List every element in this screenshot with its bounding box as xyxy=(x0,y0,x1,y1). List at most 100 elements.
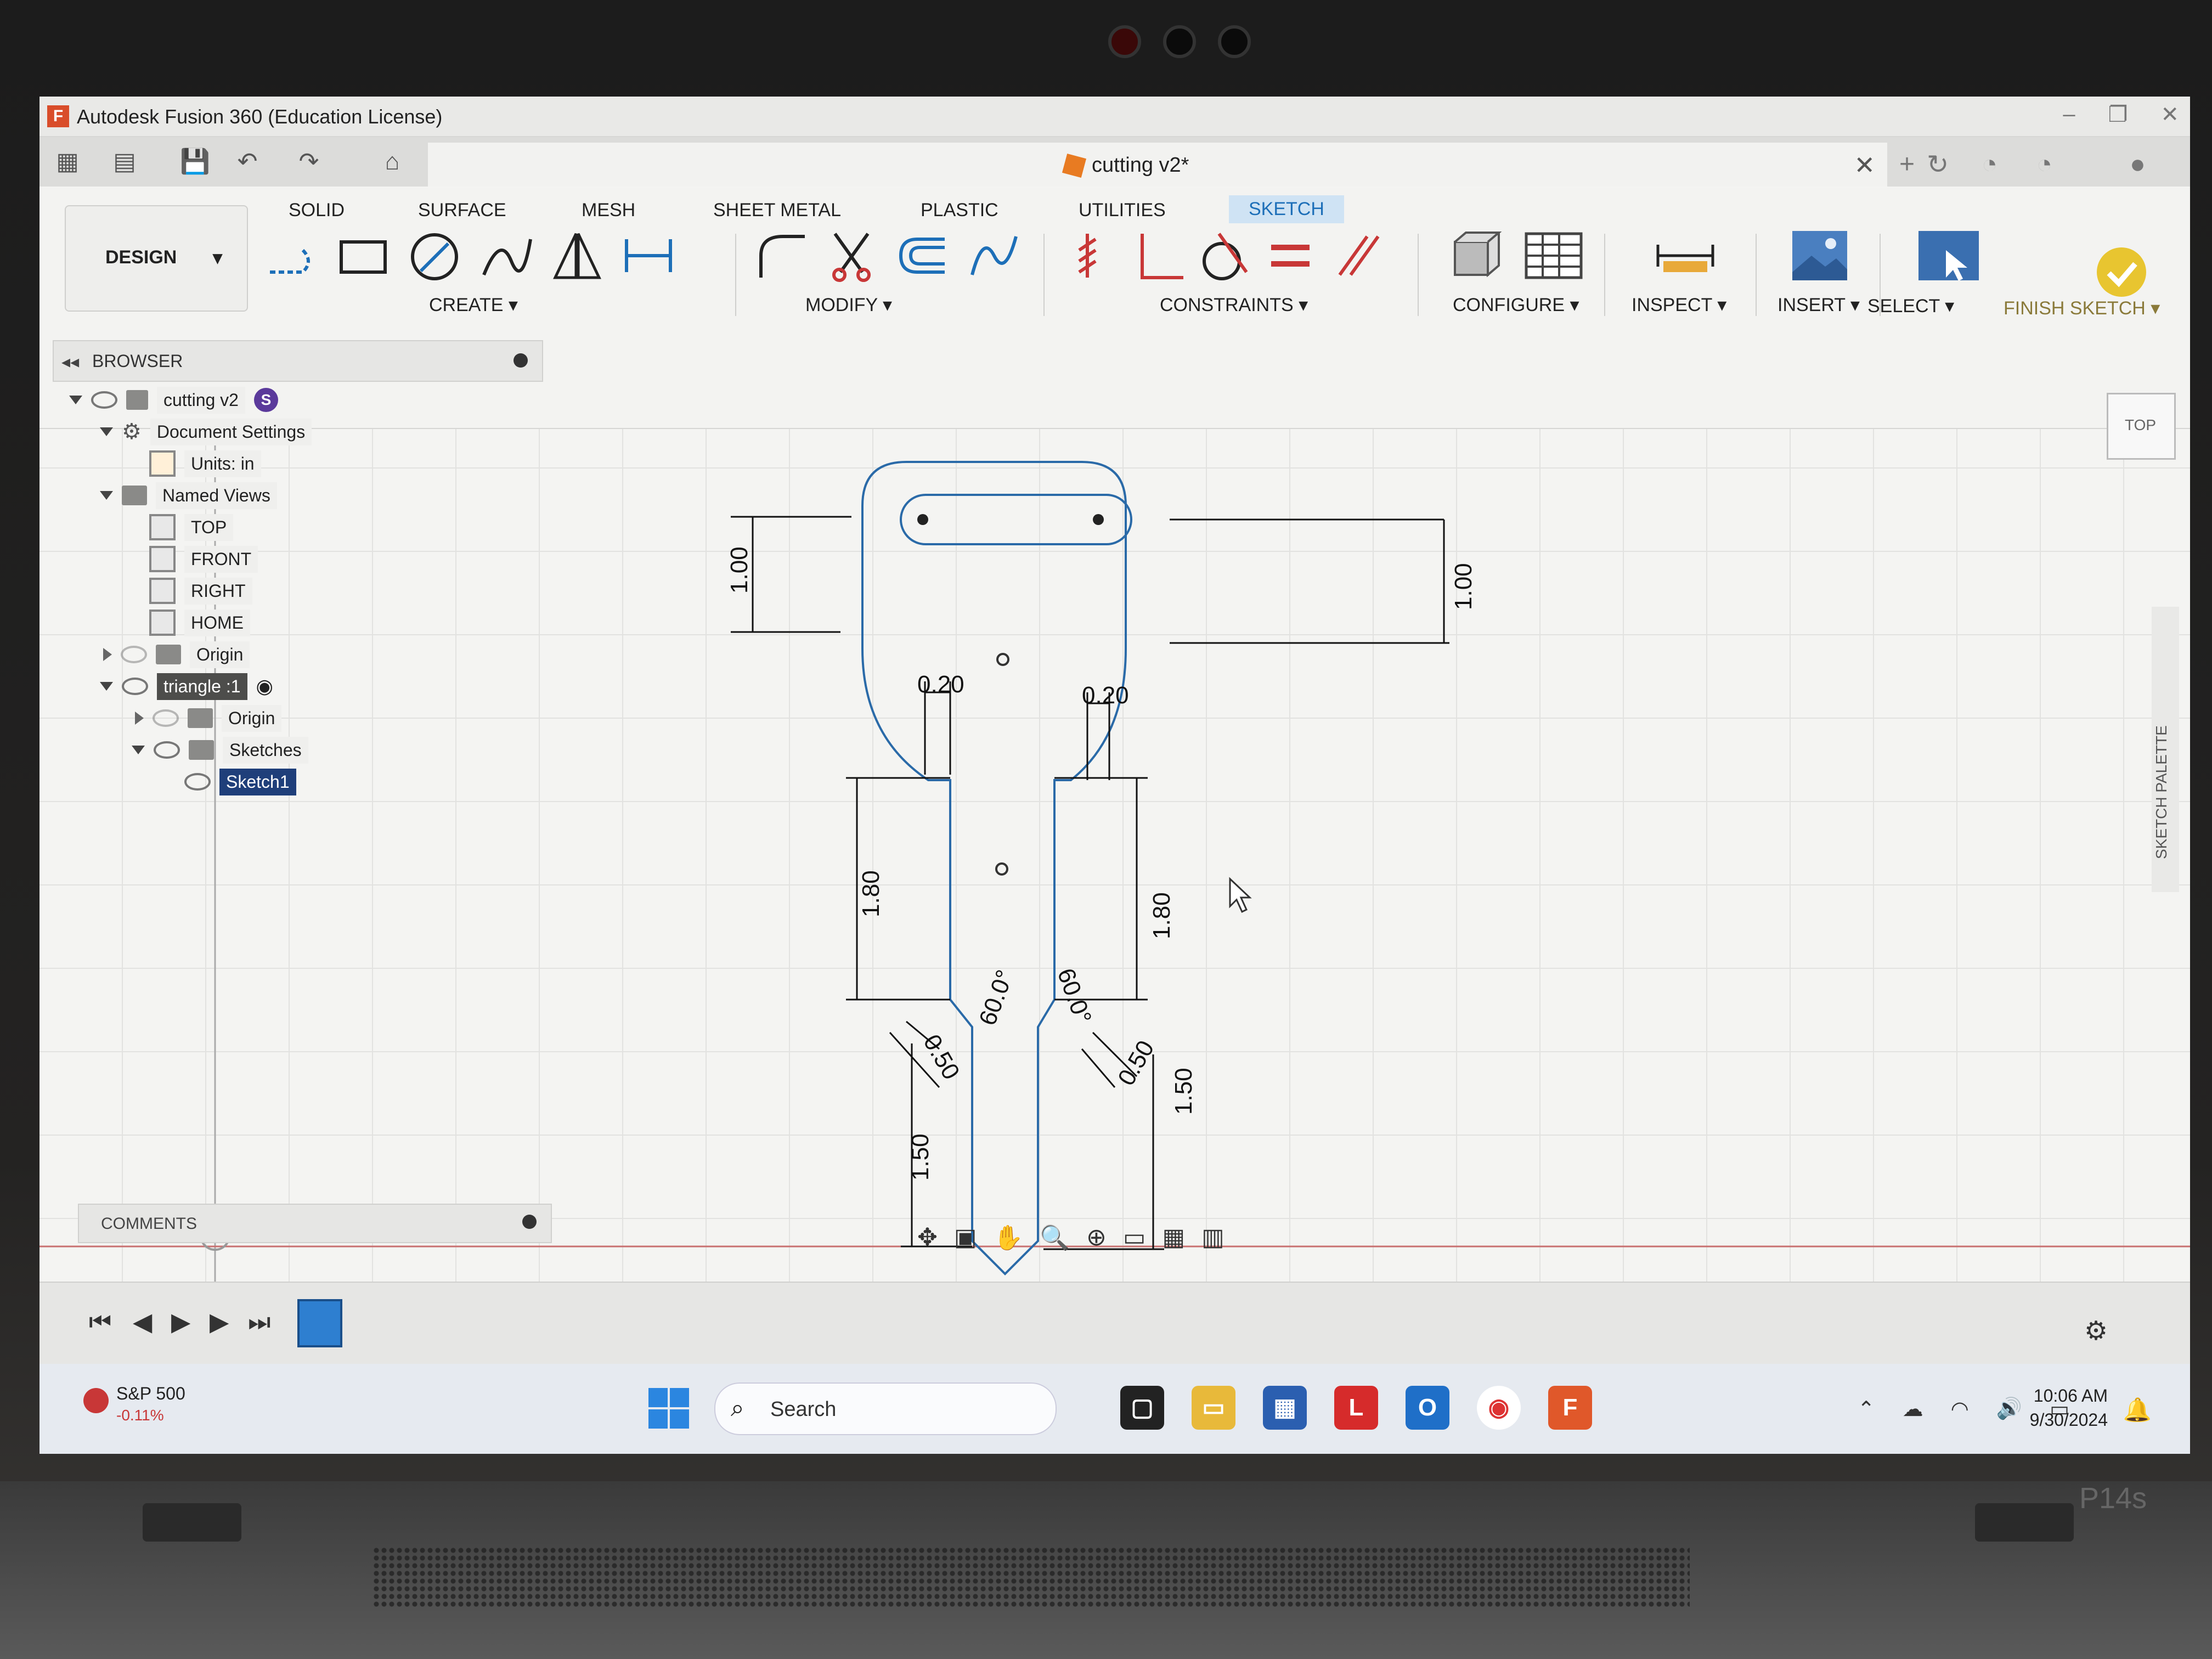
timeline-end-icon[interactable]: ⏭ xyxy=(248,1307,270,1338)
parallel-constraint-icon[interactable] xyxy=(1329,228,1384,283)
component-triangle-node[interactable]: triangle :1 ◉ xyxy=(100,670,273,702)
redo-icon[interactable]: ↷ xyxy=(295,148,323,176)
view-right-node[interactable]: RIGHT xyxy=(149,575,252,607)
comments-panel[interactable]: COMMENTS xyxy=(78,1204,552,1243)
curve-tool-icon[interactable] xyxy=(967,228,1022,283)
orbit-icon[interactable]: ✥ xyxy=(917,1223,938,1252)
change-parameters-icon[interactable] xyxy=(1444,228,1510,283)
notification-bell-icon[interactable]: 🔔 xyxy=(2123,1397,2152,1424)
file-explorer-icon[interactable]: ▭ xyxy=(1192,1386,1235,1430)
fillet-tool-icon[interactable] xyxy=(753,228,808,283)
dim-right-tip[interactable]: 1.50 xyxy=(1170,1068,1197,1115)
view-home-node[interactable]: HOME xyxy=(149,607,250,639)
coincident-constraint-icon[interactable] xyxy=(1065,228,1120,283)
notifications-icon[interactable]: ◔ xyxy=(1982,149,1997,179)
minimize-icon[interactable]: – xyxy=(2063,102,2075,127)
user-avatar[interactable]: ● xyxy=(2130,149,2146,179)
finish-sketch-button[interactable]: FINISH SKETCH ▾ xyxy=(2004,297,2160,319)
insert-image-icon[interactable] xyxy=(1790,228,1850,283)
timeline-start-icon[interactable]: ⏮ xyxy=(89,1307,111,1338)
wifi-icon[interactable]: ◠ xyxy=(1951,1397,1969,1421)
dim-right-neck[interactable]: 0.20 xyxy=(1082,682,1129,709)
mirror-tool-icon[interactable] xyxy=(550,228,605,283)
dim-left-angle[interactable]: 60.0° xyxy=(974,967,1018,1029)
viewports-icon[interactable]: ▥ xyxy=(1201,1223,1224,1252)
view-top-node[interactable]: TOP xyxy=(149,511,234,543)
taskbar-search[interactable]: ⌕ Search xyxy=(714,1383,1057,1435)
insert-menu[interactable]: INSERT ▾ xyxy=(1778,294,1860,316)
pan-hand-icon[interactable]: ✋ xyxy=(993,1223,1023,1252)
perpendicular-constraint-icon[interactable] xyxy=(1131,228,1186,283)
outlook-icon[interactable]: O xyxy=(1406,1386,1449,1430)
dim-right-angle[interactable]: 60.0° xyxy=(1052,965,1097,1028)
sketch1-node[interactable]: Sketch1 xyxy=(184,766,296,798)
tab-mesh[interactable]: MESH xyxy=(582,200,635,221)
zoom-icon[interactable]: 🔍 xyxy=(1040,1223,1070,1252)
file-menu-icon[interactable]: ▤ xyxy=(111,148,138,176)
view-front-node[interactable]: FRONT xyxy=(149,543,258,575)
select-cursor-icon[interactable] xyxy=(1916,228,1982,283)
onedrive-icon[interactable]: ☁ xyxy=(1903,1397,1923,1421)
create-menu[interactable]: CREATE ▾ xyxy=(429,294,518,316)
add-comment-icon[interactable] xyxy=(522,1215,537,1229)
constraints-menu[interactable]: CONSTRAINTS ▾ xyxy=(1160,294,1308,316)
chrome-icon[interactable]: ◉ xyxy=(1477,1386,1521,1430)
close-icon[interactable]: ✕ xyxy=(2160,102,2179,127)
tab-surface[interactable]: SURFACE xyxy=(418,200,506,221)
display-settings-icon[interactable]: ▭ xyxy=(1123,1223,1146,1252)
measure-icon[interactable] xyxy=(1652,228,1718,283)
dim-top-left-height[interactable]: 1.00 xyxy=(726,546,753,594)
inspect-menu[interactable]: INSPECT ▾ xyxy=(1632,294,1726,316)
trim-scissors-icon[interactable] xyxy=(824,228,879,283)
app-l-icon[interactable]: L xyxy=(1334,1386,1378,1430)
rectangle-tool-icon[interactable] xyxy=(336,228,391,283)
job-status-icon[interactable]: ↻ xyxy=(1927,149,1949,180)
component-origin-node[interactable]: Origin xyxy=(135,702,282,734)
save-icon[interactable]: 💾 xyxy=(180,148,210,176)
view-cube[interactable]: TOP xyxy=(2107,393,2176,460)
line-tool-icon[interactable] xyxy=(264,228,319,283)
dim-left-tip[interactable]: 1.50 xyxy=(907,1133,934,1181)
spline-tool-icon[interactable] xyxy=(478,228,533,283)
dim-left-neck[interactable]: 0.20 xyxy=(917,671,964,698)
timeline-play-icon[interactable]: ▶ xyxy=(171,1307,190,1336)
timeline-prev-icon[interactable]: ◀ xyxy=(133,1307,152,1336)
configure-table-icon[interactable] xyxy=(1521,228,1587,283)
browser-root[interactable]: cutting v2 S xyxy=(69,384,278,416)
sketch-palette-collapsed[interactable]: SKETCH PALETTE xyxy=(2152,607,2179,892)
pin-icon[interactable] xyxy=(514,353,528,368)
circle-tool-icon[interactable] xyxy=(407,228,462,283)
volume-icon[interactable]: 🔊 xyxy=(1996,1397,2022,1421)
restore-icon[interactable]: ❐ xyxy=(2108,102,2128,127)
grid-settings-icon[interactable]: ▦ xyxy=(1163,1223,1186,1252)
sketch-dimension-icon[interactable] xyxy=(621,228,676,283)
equal-constraint-icon[interactable] xyxy=(1263,228,1318,283)
origin-node[interactable]: Origin xyxy=(103,639,250,670)
clock[interactable]: 10:06 AM 9/30/2024 xyxy=(2030,1384,2108,1432)
microsoft-store-icon[interactable]: ▦ xyxy=(1263,1386,1307,1430)
task-view-icon[interactable]: ▢ xyxy=(1120,1386,1164,1430)
help-icon[interactable]: ◔ xyxy=(2036,149,2052,179)
document-settings-node[interactable]: ⚙ Document Settings xyxy=(100,416,312,448)
look-at-icon[interactable]: ▣ xyxy=(954,1223,977,1252)
timeline-sketch-feature[interactable] xyxy=(297,1299,342,1347)
tab-solid[interactable]: SOLID xyxy=(289,200,345,221)
offset-tool-icon[interactable] xyxy=(895,228,950,283)
windows-start-icon[interactable] xyxy=(648,1388,689,1429)
modify-menu[interactable]: MODIFY ▾ xyxy=(805,294,892,316)
select-menu[interactable]: SELECT ▾ xyxy=(1867,295,1954,317)
chevron-up-icon[interactable]: ⌃ xyxy=(1858,1397,1875,1421)
timeline-settings-gear-icon[interactable]: ⚙ xyxy=(2084,1316,2108,1346)
tab-sheet-metal[interactable]: SHEET METAL xyxy=(713,200,841,221)
tangent-constraint-icon[interactable] xyxy=(1197,228,1252,283)
zoom-window-icon[interactable]: ⊕ xyxy=(1086,1223,1107,1252)
home-icon[interactable]: ⌂ xyxy=(379,148,406,176)
undo-icon[interactable]: ↶ xyxy=(234,148,261,176)
named-views-node[interactable]: Named Views xyxy=(100,479,277,511)
new-tab-icon[interactable]: + xyxy=(1899,149,1915,179)
configure-menu[interactable]: CONFIGURE ▾ xyxy=(1453,294,1579,316)
sketches-node[interactable]: Sketches xyxy=(132,734,308,766)
dim-top-right-height[interactable]: 1.00 xyxy=(1450,563,1477,610)
data-panel-grid-icon[interactable]: ▦ xyxy=(54,148,81,176)
workspace-switcher[interactable]: DESIGN ▾ xyxy=(65,205,248,312)
